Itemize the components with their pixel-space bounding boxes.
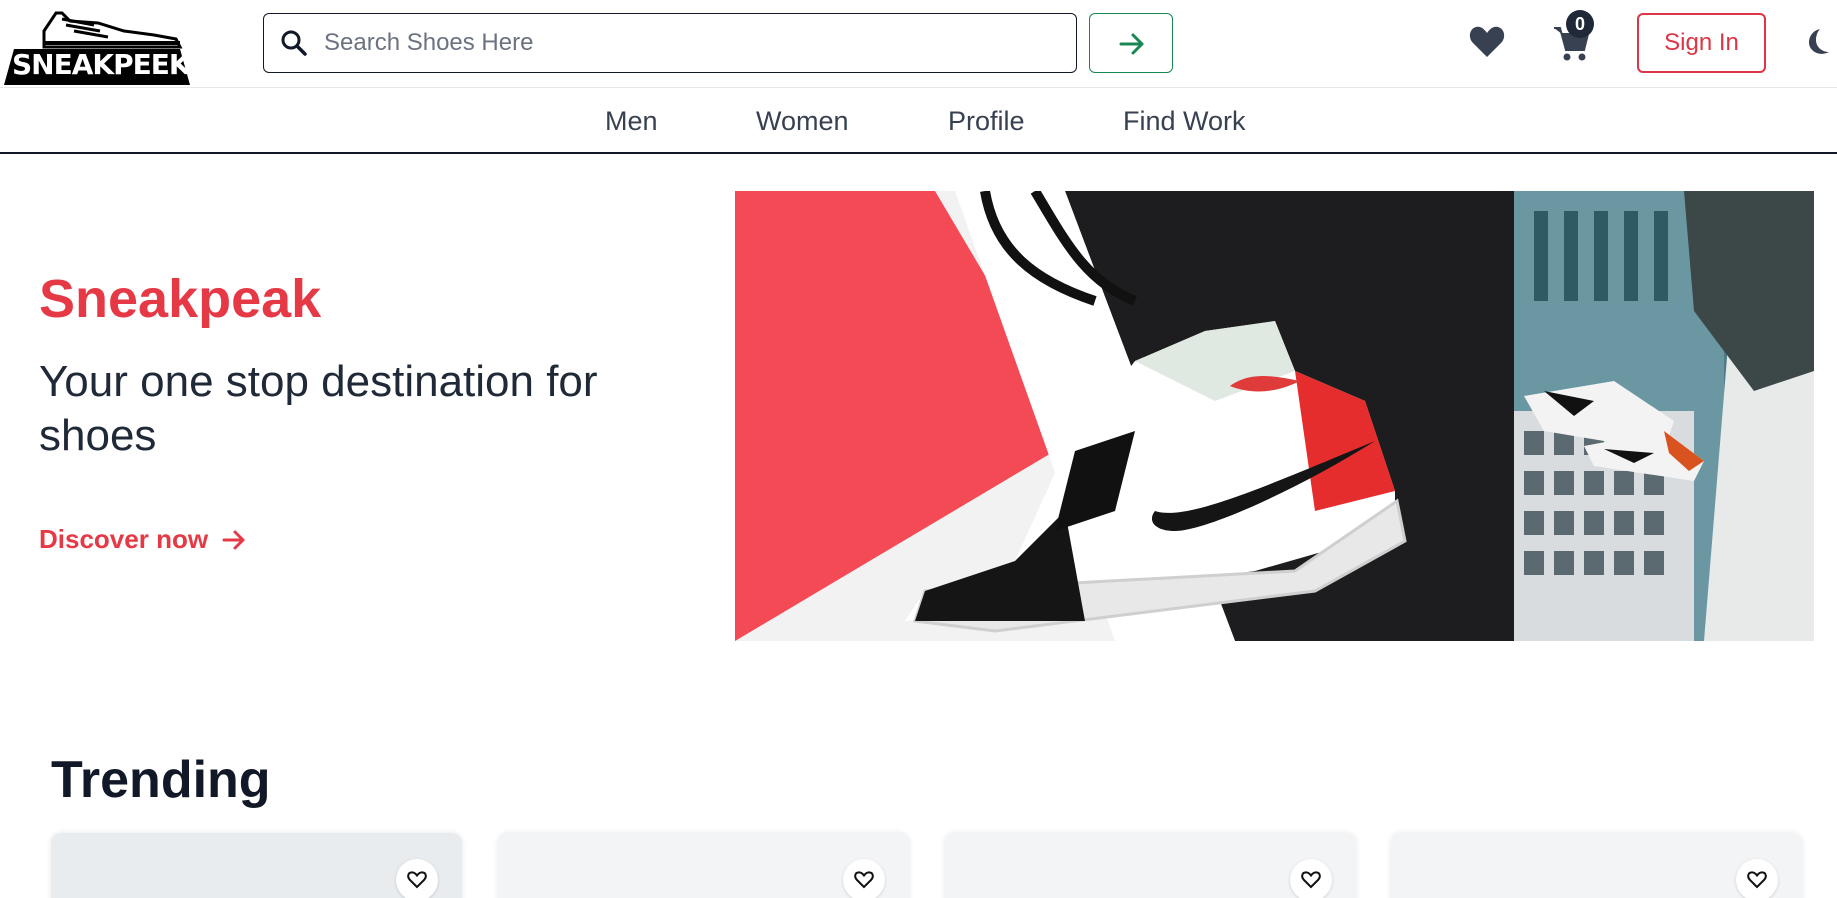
- product-card[interactable]: [1391, 833, 1802, 898]
- search-icon: [281, 30, 307, 56]
- trending-title: Trending: [51, 751, 271, 809]
- nav-item-men[interactable]: Men: [605, 106, 658, 136]
- hero-title: Sneakpeak: [39, 269, 322, 329]
- hero-subtitle: Your one stop destination for shoes: [39, 357, 598, 460]
- product-card[interactable]: [945, 833, 1356, 898]
- search-submit-button[interactable]: [1089, 13, 1173, 73]
- header: SNEAKPEEK 0 Sign In: [0, 0, 1837, 88]
- nav-item-find-work[interactable]: Find Work: [1123, 106, 1246, 136]
- heart-icon: [1469, 26, 1505, 57]
- discover-now-label: Discover now: [39, 524, 209, 554]
- heart-outline-icon: [407, 871, 427, 889]
- heart-outline-icon: [1301, 871, 1321, 889]
- search-input[interactable]: [324, 24, 1064, 62]
- arrow-right-icon: [1119, 33, 1144, 55]
- heart-outline-icon: [854, 871, 874, 889]
- cart-count-badge: 0: [1566, 10, 1594, 38]
- hero-city-sneakers-image: [1514, 191, 1814, 641]
- sign-in-button[interactable]: Sign In: [1637, 13, 1766, 73]
- nav-item-profile[interactable]: Profile: [948, 106, 1025, 136]
- heart-outline-icon: [1747, 871, 1767, 889]
- product-card[interactable]: [51, 833, 462, 898]
- hero-sneaker-image: [735, 191, 1514, 641]
- add-to-wishlist-button[interactable]: [396, 859, 438, 898]
- main-nav: Men Women Profile Find Work: [0, 88, 1837, 154]
- sneaker-logo-icon: [42, 11, 183, 49]
- arrow-right-icon: [222, 530, 245, 549]
- nav-item-women[interactable]: Women: [756, 106, 849, 136]
- product-card[interactable]: [498, 833, 909, 898]
- moon-icon: [1809, 29, 1829, 54]
- add-to-wishlist-button[interactable]: [843, 859, 885, 898]
- logo-text: SNEAKPEEK: [12, 48, 191, 81]
- search-bar[interactable]: [263, 13, 1077, 73]
- wishlist-button[interactable]: [1468, 24, 1506, 62]
- brand-logo[interactable]: SNEAKPEEK: [4, 11, 191, 85]
- theme-toggle-button[interactable]: [1800, 26, 1832, 58]
- add-to-wishlist-button[interactable]: [1290, 859, 1332, 898]
- add-to-wishlist-button[interactable]: [1736, 859, 1778, 898]
- discover-now-link[interactable]: Discover now: [39, 524, 246, 555]
